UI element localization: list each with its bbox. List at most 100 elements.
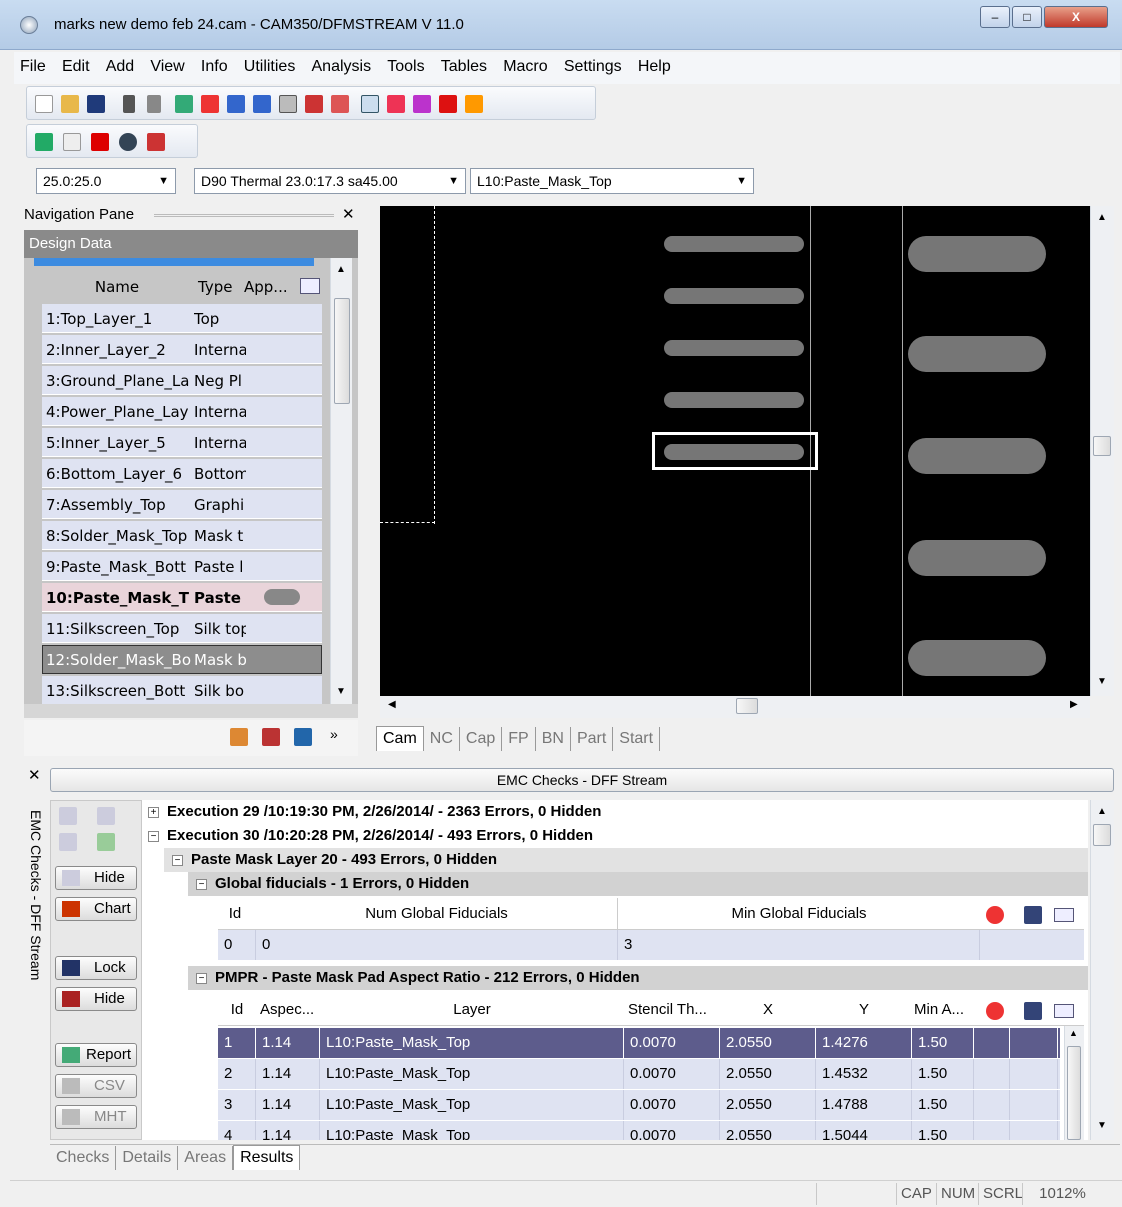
new-file-icon[interactable] (35, 95, 53, 113)
paste-pad[interactable] (908, 640, 1046, 676)
tab-checks[interactable]: Checks (50, 1146, 117, 1170)
menu-utilities[interactable]: Utilities (244, 52, 296, 82)
tree-icon[interactable] (97, 833, 115, 851)
scroll-down-icon[interactable]: ▼ (1097, 1120, 1107, 1131)
column-header-y[interactable]: Y (816, 994, 912, 1026)
column-header-name[interactable]: Name (42, 272, 192, 302)
scroll-down-icon[interactable]: ▼ (1097, 676, 1107, 687)
column-header-min-fiducials[interactable]: Min Global Fiducials (618, 898, 980, 930)
redo-icon[interactable] (147, 95, 161, 113)
help-icon[interactable] (986, 1002, 1004, 1020)
redraw-icon[interactable] (305, 95, 323, 113)
hide-results-button[interactable]: Hide (55, 987, 137, 1011)
menu-analysis[interactable]: Analysis (312, 52, 372, 82)
scroll-right-icon[interactable]: ▶ (1070, 699, 1078, 710)
filter-icon[interactable] (59, 833, 77, 851)
results-scrollbar[interactable]: ▲ ▼ (1090, 800, 1114, 1140)
maximize-button[interactable]: □ (1012, 6, 1042, 28)
tree-node-paste-mask[interactable]: − Paste Mask Layer 20 - 493 Errors, 0 Hid… (172, 848, 497, 872)
highlight-icon[interactable] (465, 95, 483, 113)
scroll-up-icon[interactable]: ▲ (1069, 1028, 1078, 1038)
save-icon[interactable] (87, 95, 105, 113)
scrollbar-thumb[interactable] (334, 298, 350, 404)
tab-fp[interactable]: FP (502, 727, 536, 751)
scroll-up-icon[interactable]: ▲ (1097, 806, 1107, 817)
emc-side-label[interactable]: EMC Checks - DFF Stream (26, 810, 46, 1140)
column-header-id[interactable]: Id (218, 994, 256, 1026)
scroll-left-icon[interactable]: ◀ (388, 699, 396, 710)
close-icon[interactable]: ✕ (342, 202, 355, 228)
cam-canvas[interactable] (380, 206, 1090, 696)
column-header-x[interactable]: X (720, 994, 816, 1026)
tools-icon[interactable] (230, 728, 248, 746)
menu-macro[interactable]: Macro (503, 52, 547, 82)
collapse-icon[interactable] (59, 807, 77, 825)
scroll-down-icon[interactable]: ▼ (336, 686, 346, 697)
menu-help[interactable]: Help (638, 52, 671, 82)
paste-pad[interactable] (908, 438, 1046, 474)
undo-icon[interactable] (123, 95, 135, 113)
tab-part[interactable]: Part (571, 727, 614, 751)
scrollbar-thumb[interactable] (1093, 824, 1111, 846)
tab-cap[interactable]: Cap (460, 727, 503, 751)
expand-plus-icon[interactable]: + (148, 807, 159, 818)
table-row[interactable]: 3 1.14 L10:Paste_Mask_Top 0.0070 2.0550 1.478… (218, 1090, 1060, 1120)
paste-pad[interactable] (908, 236, 1046, 272)
lock-button[interactable]: Lock (55, 956, 137, 980)
menu-settings[interactable]: Settings (564, 52, 622, 82)
expand-icon[interactable] (97, 807, 115, 825)
column-header-layer[interactable]: Layer (320, 994, 624, 1026)
table-row[interactable]: 1 1.14 L10:Paste_Mask_Top 0.0070 2.0550 1.427… (218, 1028, 1060, 1058)
tab-nc[interactable]: NC (424, 727, 460, 751)
column-chooser-icon[interactable] (1054, 908, 1074, 922)
tab-areas[interactable]: Areas (178, 1146, 234, 1170)
zoom-in-icon[interactable] (227, 95, 245, 113)
snap-icon[interactable] (361, 95, 379, 113)
paste-pad[interactable] (908, 540, 1046, 576)
menu-tools[interactable]: Tools (387, 52, 424, 82)
column-header-stencil[interactable]: Stencil Th... (624, 994, 720, 1026)
scrollbar-thumb[interactable] (1067, 1046, 1081, 1140)
tab-cam[interactable]: Cam (376, 726, 424, 751)
paste-pad[interactable] (664, 340, 804, 356)
column-header-aspect[interactable]: Aspec... (256, 994, 320, 1026)
column-header-app[interactable]: App... (244, 272, 300, 302)
tree-node-pmpr[interactable]: − PMPR - Paste Mask Pad Aspect Ratio - 21… (196, 966, 640, 990)
notes-icon[interactable] (1024, 1002, 1042, 1020)
open-folder-icon[interactable] (61, 95, 79, 113)
mirror-icon[interactable] (147, 133, 165, 151)
tab-bn[interactable]: BN (536, 727, 571, 751)
collapse-minus-icon[interactable]: − (196, 879, 207, 890)
scrollbar-thumb[interactable] (736, 698, 758, 714)
zoom-all-icon[interactable] (201, 95, 219, 113)
canvas-hscrollbar[interactable]: ◀ ▶ (380, 696, 1090, 718)
zoom-extents-icon[interactable] (279, 95, 297, 113)
scrollbar-thumb[interactable] (1093, 436, 1111, 456)
menu-edit[interactable]: Edit (62, 52, 90, 82)
delete-icon[interactable] (91, 133, 109, 151)
layers-scrollbar[interactable]: ▲ ▼ (330, 258, 352, 704)
table-row[interactable]: 0 0 3 (218, 930, 1084, 960)
menu-tables[interactable]: Tables (441, 52, 487, 82)
scroll-up-icon[interactable]: ▲ (336, 264, 346, 275)
report-button[interactable]: Report (55, 1043, 137, 1067)
paste-pad[interactable] (664, 288, 804, 304)
hide-button[interactable]: Hide (55, 866, 137, 890)
scroll-up-icon[interactable]: ▲ (1097, 212, 1107, 223)
paste-pad[interactable] (908, 336, 1046, 372)
column-header-type[interactable]: Type (196, 272, 246, 302)
layers-group-header[interactable] (34, 258, 314, 266)
collapse-minus-icon[interactable]: − (196, 973, 207, 984)
column-chooser-icon[interactable] (300, 278, 320, 294)
column-header-id[interactable]: Id (218, 898, 252, 930)
dcode-combo[interactable]: D90 Thermal 23.0:17.3 sa45.00 ▼ (194, 168, 466, 194)
move-icon[interactable] (35, 133, 53, 151)
tree-node-global-fiducials[interactable]: − Global fiducials - 1 Errors, 0 Hidden (196, 872, 469, 896)
emc-close-icon[interactable]: ✕ (28, 766, 41, 784)
menu-info[interactable]: Info (201, 52, 228, 82)
tab-details[interactable]: Details (116, 1146, 179, 1170)
tree-node-execution-30[interactable]: − Execution 30 /10:20:28 PM, 2/26/2014/ -… (148, 824, 593, 848)
paste-pad[interactable] (664, 236, 804, 252)
design-data-header[interactable]: Design Data (24, 230, 358, 258)
zoom-window-icon[interactable] (175, 95, 193, 113)
